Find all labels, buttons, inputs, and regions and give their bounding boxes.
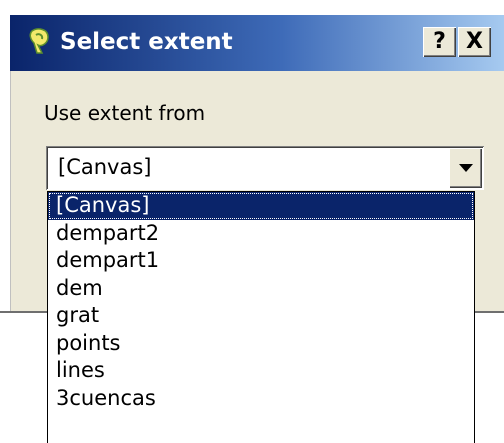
dropdown-option[interactable]: grat — [48, 302, 474, 330]
dropdown-option[interactable]: dempart2 — [48, 220, 474, 248]
extent-source-dropdown-list: [Canvas] dempart2 dempart1 dem grat poin… — [47, 191, 475, 443]
close-button[interactable]: X — [458, 27, 491, 57]
dropdown-option[interactable]: 3cuencas — [48, 385, 474, 413]
window-title: Select extent — [60, 29, 233, 55]
qgis-app-icon — [29, 28, 49, 54]
combo-current-value: [Canvas] — [58, 155, 152, 179]
dropdown-arrow-icon[interactable] — [449, 148, 482, 188]
dropdown-option[interactable]: lines — [48, 357, 474, 385]
dropdown-option[interactable]: points — [48, 330, 474, 358]
title-bar[interactable]: Select extent ? X — [10, 15, 504, 71]
extent-source-label: Use extent from — [44, 101, 206, 125]
extent-source-combobox[interactable]: [Canvas] — [46, 146, 484, 190]
help-button[interactable]: ? — [423, 27, 456, 57]
dropdown-option[interactable]: dempart1 — [48, 247, 474, 275]
dropdown-option-selected[interactable]: [Canvas] — [48, 192, 474, 220]
dropdown-option[interactable]: dem — [48, 275, 474, 303]
